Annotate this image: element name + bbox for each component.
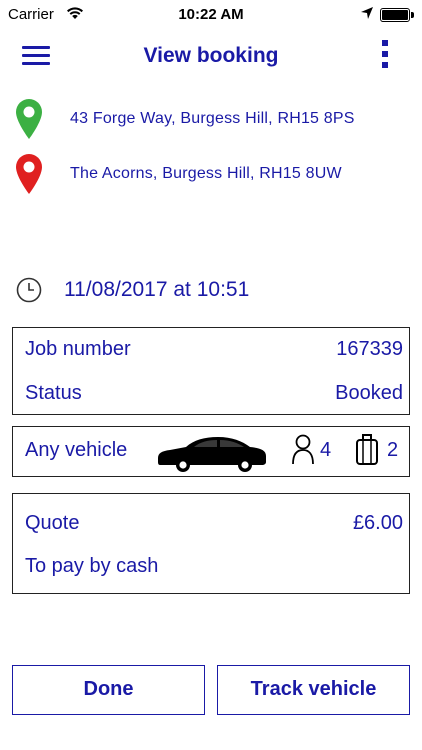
job-details-card: Job number 167339 Status Booked [12, 327, 410, 415]
pickup-datetime-row: 11/08/2017 at 10:51 [0, 272, 422, 308]
pickup-datetime: 11/08/2017 at 10:51 [64, 278, 250, 301]
dropoff-address: The Acorns, Burgess Hill, RH15 8UW [70, 165, 342, 182]
done-button[interactable]: Done [12, 665, 205, 715]
luggage-count: 2 [387, 439, 399, 461]
payment-method: To pay by cash [25, 555, 159, 577]
pickup-row: 43 Forge Way, Burgess Hill, RH15 8PS [0, 98, 422, 144]
more-vertical-icon[interactable] [376, 40, 394, 74]
status-label: Status [25, 382, 82, 404]
track-vehicle-button[interactable]: Track vehicle [217, 665, 410, 715]
battery-icon [380, 8, 414, 22]
location-arrow-icon [361, 7, 373, 19]
page-title: View booking [143, 44, 279, 67]
payment-card: Quote £6.00 To pay by cash [12, 493, 410, 594]
vehicle-type: Any vehicle [25, 439, 128, 461]
person-icon [292, 434, 314, 465]
vehicle-card: Any vehicle 4 2 [12, 426, 410, 477]
dropoff-pin-icon [16, 154, 42, 194]
clock-time: 10:22 AM [178, 6, 244, 23]
passenger-count: 4 [320, 439, 332, 461]
job-number-label: Job number [25, 338, 131, 360]
pickup-pin-icon [16, 99, 42, 139]
job-number-value: 167339 [336, 338, 403, 360]
quote-value: £6.00 [352, 512, 403, 534]
luggage-icon [356, 434, 378, 465]
pickup-address: 43 Forge Way, Burgess Hill, RH15 8PS [70, 110, 355, 127]
status-value: Booked [335, 382, 403, 404]
clock-icon [16, 277, 42, 303]
car-icon [158, 437, 266, 472]
dropoff-row: The Acorns, Burgess Hill, RH15 8UW [0, 153, 422, 199]
nav-bar: View booking [0, 30, 422, 84]
status-bar: Carrier 10:22 AM [0, 0, 422, 30]
quote-label: Quote [25, 512, 80, 534]
